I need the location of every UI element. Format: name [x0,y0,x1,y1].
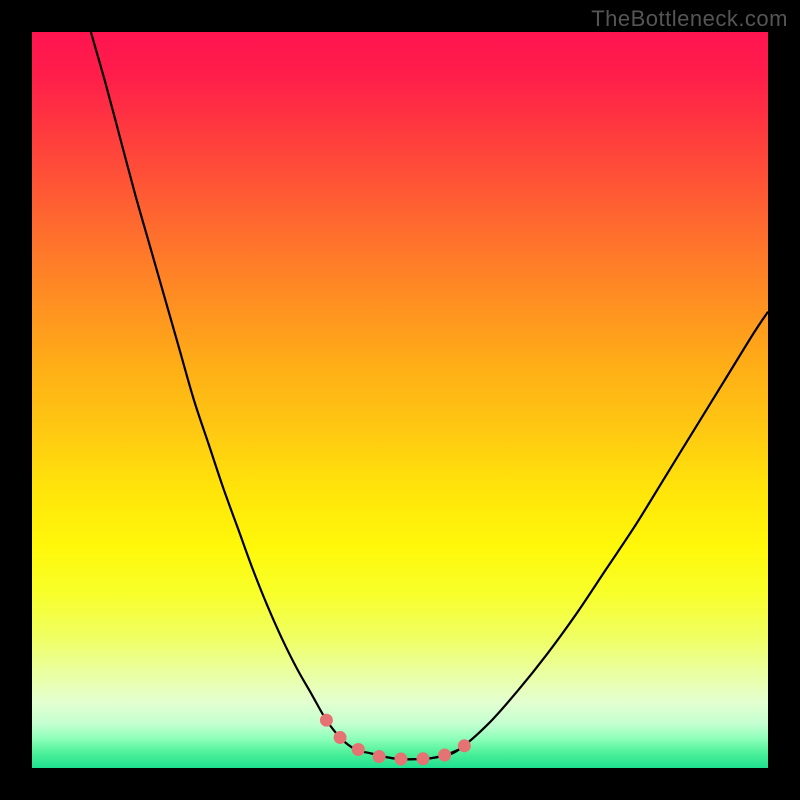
plot-area [32,32,768,768]
watermark-text: TheBottleneck.com [591,6,788,32]
chart-svg [32,32,768,768]
chart-frame: TheBottleneck.com [0,0,800,800]
curve-group [91,32,768,759]
right-curve [371,312,768,760]
left-curve [91,32,459,759]
